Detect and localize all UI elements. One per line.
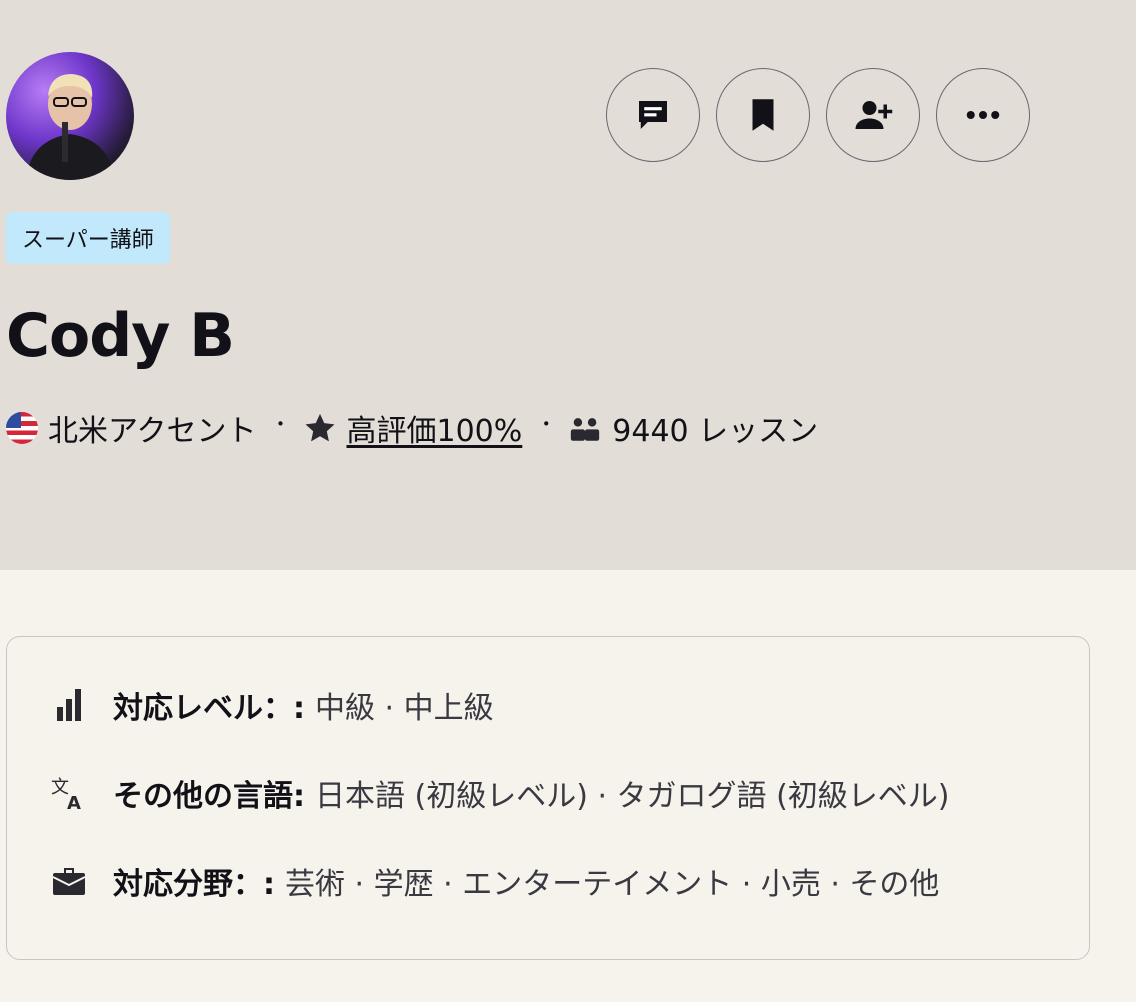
bar-chart-icon: [51, 687, 87, 723]
message-icon: [639, 101, 667, 129]
translate-icon: 文 A: [51, 775, 87, 811]
specialties-value: 芸術 · 学歴 · エンターテイメント · 小売 · その他: [285, 867, 940, 902]
profile-header: スーパー講師 Cody B 北米アクセント ・ 高評価100% ・ 9440 レ…: [0, 0, 1136, 570]
students-icon: [568, 411, 602, 445]
star-icon: [303, 411, 337, 445]
tutor-details-card: 対応レベル：: 中級 · 中上級 文 A その他の言語: 日本語 (初級レベル)…: [6, 636, 1090, 960]
level-row: 対応レベル：: 中級 · 中上級: [51, 683, 1089, 727]
add-user-icon: [855, 101, 893, 129]
rating-link[interactable]: 高評価100%: [347, 406, 523, 450]
svg-text:A: A: [67, 793, 81, 811]
follow-button[interactable]: [826, 68, 920, 162]
lesson-count: 9440 レッスン: [612, 414, 819, 449]
more-icon: [966, 110, 1000, 120]
tutor-meta: 北米アクセント ・ 高評価100% ・ 9440 レッスン: [6, 404, 818, 452]
tutor-name: Cody B: [6, 301, 235, 371]
action-buttons: [606, 68, 1030, 162]
avatar-portrait: [26, 74, 114, 180]
level-label: 対応レベル：:: [113, 691, 305, 726]
message-button[interactable]: [606, 68, 700, 162]
languages-value: 日本語 (初級レベル) · タガログ語 (初級レベル): [315, 779, 950, 814]
super-tutor-badge: スーパー講師: [6, 212, 170, 264]
specialties-label: 対応分野：:: [113, 867, 275, 902]
bookmark-icon: [752, 99, 774, 131]
separator: ・: [270, 411, 291, 436]
more-button[interactable]: [936, 68, 1030, 162]
avatar[interactable]: [6, 52, 134, 180]
languages-label: その他の言語:: [113, 779, 305, 814]
accent-label: 北米アクセント: [48, 414, 257, 449]
briefcase-icon: [51, 863, 87, 899]
languages-row: 文 A その他の言語: 日本語 (初級レベル) · タガログ語 (初級レベル): [51, 771, 1089, 815]
save-button[interactable]: [716, 68, 810, 162]
separator: ・: [536, 411, 557, 436]
level-value: 中級 · 中上級: [315, 691, 494, 726]
us-flag-icon: [6, 412, 38, 444]
specialties-row: 対応分野：: 芸術 · 学歴 · エンターテイメント · 小売 · その他: [51, 859, 1089, 903]
